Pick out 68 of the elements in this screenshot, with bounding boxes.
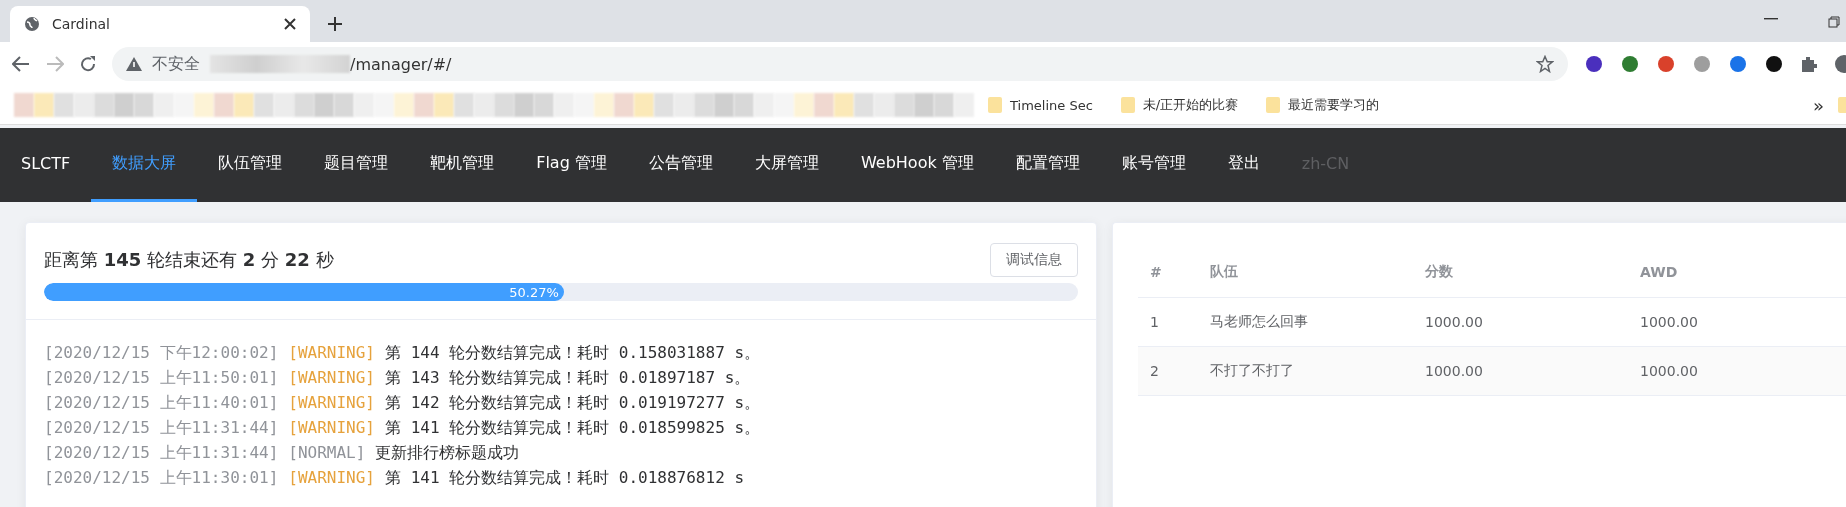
close-icon[interactable] [284, 18, 296, 30]
bookmarks-overflow[interactable]: » [1813, 94, 1824, 116]
nav-item[interactable]: WebHook 管理 [839, 128, 995, 202]
table-cell-text: 1000.00 [1425, 314, 1484, 330]
table-cell-text: 1000.00 [1640, 363, 1699, 379]
brand[interactable]: SLCTF [0, 128, 92, 202]
table-cell-text: 不打了不打了 [1210, 362, 1295, 380]
folder-icon [1266, 97, 1281, 113]
log-time: [2020/12/15 上午11:31:44] [44, 442, 279, 464]
extension-icon[interactable] [1764, 54, 1784, 74]
log-time: [2020/12/15 上午11:31:44] [44, 417, 279, 439]
reload-icon[interactable] [80, 56, 96, 72]
column-header: AWD [1640, 264, 1679, 280]
log-level: [WARNING] [288, 467, 375, 489]
nav-item[interactable]: 数据大屏 [91, 128, 198, 202]
nav-item[interactable]: 题目管理 [303, 128, 410, 202]
round-countdown: 距离第 145 轮结束还有 2 分 22 秒 [44, 248, 335, 272]
table-cell-text: 马老师怎么回事 [1210, 313, 1309, 331]
minimize-icon[interactable] [1764, 18, 1778, 20]
log-level: [WARNING] [288, 392, 375, 414]
log-message: 第 142 轮分数结算完成！耗时 0.019197277 s。 [385, 392, 761, 414]
back-icon[interactable] [12, 56, 30, 72]
globe-icon [24, 16, 40, 32]
url-path: /manager/#/ [350, 54, 452, 74]
nav-item[interactable]: 账号管理 [1100, 128, 1207, 202]
table-cell-text: 2 [1150, 363, 1160, 379]
table-cell-text: 1000.00 [1425, 363, 1484, 379]
nav-item[interactable]: 登出 [1206, 128, 1281, 202]
nav-item[interactable]: 配置管理 [994, 128, 1101, 202]
log-message: 更新排行榜标题成功 [375, 442, 520, 464]
log-level: [WARNING] [288, 342, 375, 364]
log-message: 第 141 轮分数结算完成！耗时 0.018876812 s [385, 467, 745, 489]
nav-item[interactable]: 靶机管理 [409, 128, 516, 202]
log-message: 第 143 轮分数结算完成！耗时 0.01897187 s。 [385, 367, 751, 389]
extension-icon[interactable] [1584, 54, 1604, 74]
column-header: # [1150, 264, 1163, 280]
log-time: [2020/12/15 上午11:30:01] [44, 467, 279, 489]
plus-icon[interactable] [328, 17, 342, 31]
security-label: 不安全 [152, 53, 200, 75]
log-time: [2020/12/15 下午12:00:02] [44, 342, 279, 364]
warning-icon [126, 57, 142, 71]
log-level: [WARNING] [288, 367, 375, 389]
column-header: 队伍 [1210, 263, 1239, 281]
log-message: 第 144 轮分数结算完成！耗时 0.158031887 s。 [385, 342, 761, 364]
nav-item[interactable]: 大屏管理 [733, 128, 840, 202]
puzzle-icon[interactable] [1800, 55, 1818, 73]
tab-title[interactable]: Cardinal [52, 16, 110, 32]
table-cell-text: 1000.00 [1640, 314, 1699, 330]
table-cell-text: 1 [1150, 314, 1160, 330]
nav-item[interactable]: 队伍管理 [197, 128, 304, 202]
bookmark-link[interactable]: 未/正开始的比赛 [1142, 96, 1239, 114]
log-time: [2020/12/15 上午11:50:01] [44, 367, 279, 389]
star-icon[interactable] [1536, 55, 1554, 73]
restore-icon[interactable] [1828, 16, 1840, 28]
folder-icon [988, 97, 1002, 113]
bookmark-link[interactable]: 最近需要学习的 [1288, 96, 1380, 114]
address-bar[interactable]: 不安全 /manager/#/ [112, 47, 1568, 81]
log-level: [WARNING] [288, 417, 375, 439]
column-header: 分数 [1425, 263, 1454, 281]
debug-button[interactable]: 调试信息 [990, 243, 1078, 277]
log-message: 第 141 轮分数结算完成！耗时 0.018599825 s。 [385, 417, 761, 439]
nav-item[interactable]: 公告管理 [627, 128, 734, 202]
log-level: [NORMAL] [288, 442, 366, 464]
log-time: [2020/12/15 上午11:40:01] [44, 392, 279, 414]
nav-item[interactable]: Flag 管理 [515, 128, 628, 202]
bookmark-link[interactable]: Timeline Sec [1010, 97, 1093, 113]
folder-icon [1120, 97, 1135, 113]
progress-percent: 50.27% [509, 284, 559, 300]
